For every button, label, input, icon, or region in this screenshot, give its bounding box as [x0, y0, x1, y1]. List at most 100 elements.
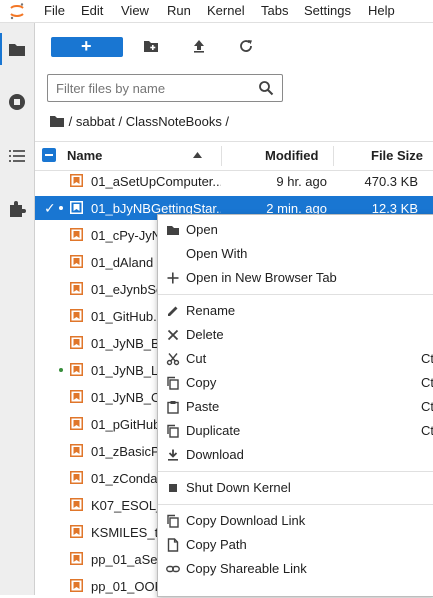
notebook-icon [70, 417, 83, 430]
row-checked-icon[interactable]: ✓ [44, 200, 56, 217]
notebook-icon [70, 552, 83, 565]
menu-item-shortcut: Ct [421, 423, 433, 438]
menu-item-paste[interactable]: Paste Ct [158, 395, 433, 419]
filter-files-input[interactable]: Filter files by name [47, 74, 283, 102]
cut-icon [166, 353, 180, 366]
menu-item-copy[interactable]: Copy Ct [158, 371, 433, 395]
menu-separator [158, 504, 433, 505]
menu-item-open[interactable]: Open [158, 218, 433, 242]
menu-settings[interactable]: Settings [304, 3, 351, 19]
menu-item-download[interactable]: Download [158, 443, 433, 467]
file-modified: 9 hr. ago [276, 174, 327, 189]
menu-item-label: Shut Down Kernel [186, 480, 291, 495]
menu-item-label: Open With [186, 246, 248, 261]
size-column-header[interactable]: File Size [371, 148, 423, 163]
menu-run[interactable]: Run [167, 3, 191, 19]
running-icon[interactable] [8, 93, 26, 111]
file-list-header: Name Modified File Size [35, 141, 433, 171]
menu-item-copy-download-link[interactable]: Copy Download Link [158, 509, 433, 533]
menu-item-open-with[interactable]: Open With [158, 242, 433, 266]
extension-icon[interactable] [8, 200, 26, 218]
copy-icon [167, 424, 179, 438]
menu-item-duplicate[interactable]: Duplicate Ct [158, 419, 433, 443]
menu-item-rename[interactable]: Rename [158, 299, 433, 323]
menu-item-label: Copy [186, 375, 217, 390]
notebook-icon [70, 282, 83, 295]
notebook-icon [70, 498, 83, 511]
menu-item-shortcut: Ct [421, 399, 433, 414]
menu-bar: File Edit View Run Kernel Tabs Settings … [0, 0, 433, 23]
breadcrumb: / sabbat / ClassNoteBooks / [49, 113, 229, 131]
name-column-header[interactable]: Name [67, 148, 102, 163]
menu-item-label: Duplicate [186, 423, 241, 438]
menu-file[interactable]: File [44, 3, 65, 19]
menu-tabs[interactable]: Tabs [261, 3, 288, 19]
active-tab-indicator [0, 33, 2, 65]
file-name: 01_aSetUpComputer... [91, 174, 221, 189]
jupyter-logo-icon[interactable] [8, 2, 26, 20]
link-icon [166, 565, 180, 573]
plus-icon [167, 272, 179, 284]
stop-icon [169, 484, 177, 492]
menu-item-label: Copy Path [186, 537, 247, 552]
new-launcher-button[interactable]: + [51, 36, 123, 57]
paste-icon [167, 401, 179, 414]
running-indicator-icon [59, 368, 63, 372]
home-folder-icon[interactable] [49, 113, 65, 129]
left-sidebar [0, 23, 35, 595]
file-icon [167, 538, 179, 552]
notebook-icon [70, 201, 83, 214]
menu-item-shutdown-kernel[interactable]: Shut Down Kernel [158, 476, 433, 500]
notebook-icon [70, 336, 83, 349]
breadcrumb-path[interactable]: / sabbat / ClassNoteBooks / [69, 114, 229, 129]
notebook-icon [70, 363, 83, 376]
menu-separator [158, 294, 433, 295]
menu-edit[interactable]: Edit [81, 3, 103, 19]
menu-item-copy-path[interactable]: Copy Path [158, 533, 433, 557]
menu-item-shortcut: Ct [421, 351, 433, 366]
notebook-icon [70, 309, 83, 322]
menu-item-label: Open [186, 222, 218, 237]
edit-icon [168, 306, 178, 316]
menu-item-label: Rename [186, 303, 236, 318]
menu-item-cut[interactable]: Cut Ct [158, 347, 433, 371]
menu-view[interactable]: View [121, 3, 149, 19]
folder-icon[interactable] [8, 41, 26, 59]
menu-item-delete[interactable]: Delete [158, 323, 433, 347]
menu-separator [158, 471, 433, 472]
notebook-icon [70, 444, 83, 457]
menu-item-copy-shareable-link[interactable]: Copy Shareable Link [158, 557, 433, 581]
search-icon [259, 81, 274, 96]
menu-item-label: Copy Download Link [186, 513, 306, 528]
modified-column-header[interactable]: Modified [265, 148, 318, 163]
menu-item-open-new-tab[interactable]: Open in New Browser Tab [158, 266, 433, 290]
file-size: 470.3 KB [364, 174, 419, 189]
copy-icon [167, 376, 179, 390]
menu-help[interactable]: Help [368, 3, 395, 19]
menu-item-label: Paste [186, 399, 220, 414]
notebook-icon [70, 579, 83, 592]
notebook-icon [70, 174, 83, 187]
menu-item-label: Copy Shareable Link [186, 561, 307, 576]
download-icon [168, 449, 178, 461]
file-row[interactable]: 01_aSetUpComputer... 9 hr. ago 470.3 KB [35, 169, 433, 193]
new-folder-icon[interactable] [143, 38, 159, 54]
copy-icon [167, 514, 179, 528]
menu-item-label: Delete [186, 327, 224, 342]
folder-icon [167, 226, 179, 235]
notebook-icon [70, 525, 83, 538]
menu-item-label: Open in New Browser Tab [186, 270, 337, 285]
notebook-icon [70, 228, 83, 241]
select-all-checkbox[interactable] [42, 148, 56, 162]
menu-item-label: Download [186, 447, 244, 462]
notebook-icon [70, 255, 83, 268]
upload-icon[interactable] [191, 38, 207, 54]
notebook-icon [70, 471, 83, 484]
menu-item-label: Cut [186, 351, 207, 366]
menu-kernel[interactable]: Kernel [207, 3, 245, 19]
new-launcher-label: + [81, 36, 92, 56]
close-icon [167, 329, 179, 341]
toc-icon[interactable] [8, 147, 26, 165]
notebook-icon [70, 390, 83, 403]
refresh-icon[interactable] [238, 38, 254, 54]
